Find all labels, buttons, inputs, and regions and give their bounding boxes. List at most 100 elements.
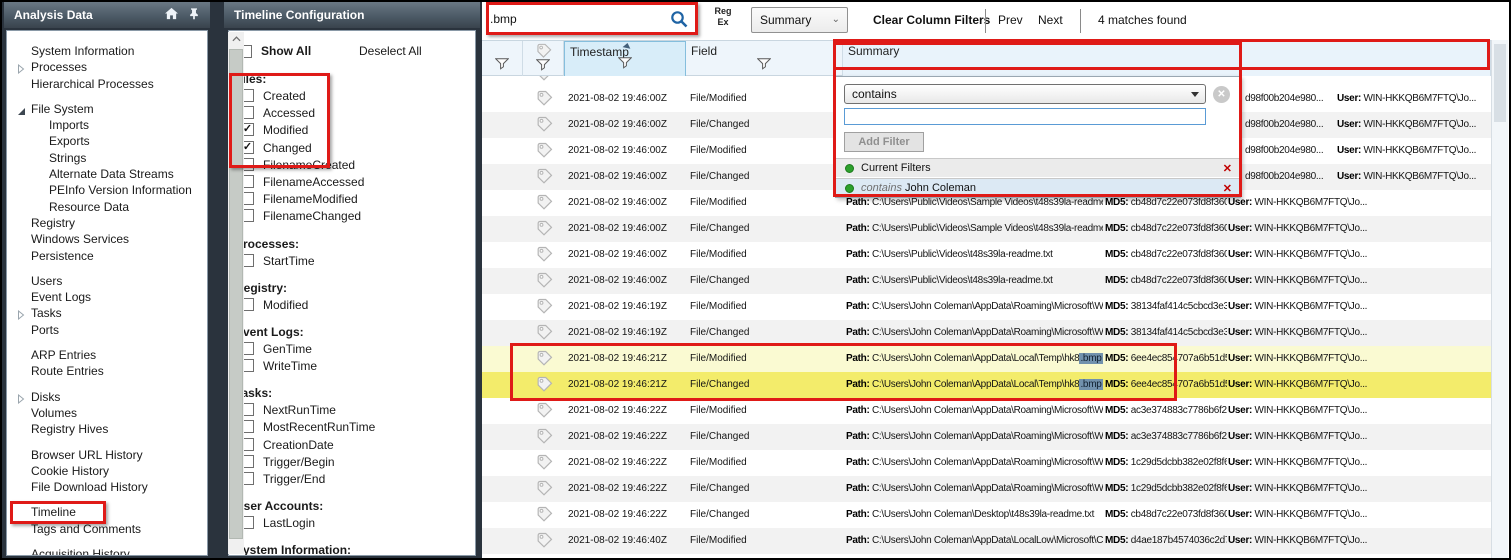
table-row[interactable]: 2021-08-02 19:46:00Z File/Changed Path: C:… [482,268,1491,294]
remove-filter-icon[interactable]: ✕ [1223,182,1232,195]
sidebar-item-cookie-history[interactable]: Cookie History [7,463,207,479]
sidebar-item-processes[interactable]: Processes [7,59,207,75]
table-scrollbar[interactable] [1491,40,1508,558]
sidebar-item-resource-data[interactable]: Resource Data [7,199,207,215]
column-header-timestamp[interactable]: Timestamp [564,41,686,77]
sidebar-item-hierarchical-processes[interactable]: Hierarchical Processes [7,76,207,92]
sidebar-item-arp-entries[interactable]: ARP Entries [7,347,207,363]
scrollbar-up-arrow-icon[interactable] [228,32,244,47]
config-option-starttime[interactable]: StartTime [229,253,475,270]
table-row[interactable]: 2021-08-02 19:46:19Z File/Changed Path: C:… [482,320,1491,346]
filter-funnel-icon[interactable] [535,58,551,76]
config-option-creationdate[interactable]: CreationDate [229,437,475,454]
remove-all-filters-icon[interactable]: ✕ [1223,162,1232,175]
sidebar-item-file-download-history[interactable]: File Download History [7,479,207,495]
prev-match-button[interactable]: Prev [998,13,1023,27]
table-row[interactable]: 2021-08-02 19:46:22Z File/Modified Path: C… [482,398,1491,424]
filter-operator-select[interactable]: contains [844,84,1206,104]
table-row[interactable]: 2021-08-02 19:46:22Z File/Modified Path: C… [482,450,1491,476]
sidebar-item-peinfo-version-information[interactable]: PEInfo Version Information [7,182,207,198]
config-option-nextruntime[interactable]: NextRunTime [229,402,475,419]
sidebar-item-strings[interactable]: Strings [7,150,207,166]
add-filter-button[interactable]: Add Filter [844,132,924,152]
row-filter-cell [482,138,523,164]
sidebar-item-file-system[interactable]: File System [7,101,207,117]
sidebar-item-label: File Download History [31,480,148,495]
sidebar-item-imports[interactable]: Imports [7,117,207,133]
expander-collapsed-icon[interactable] [17,62,27,75]
table-row[interactable]: 2021-08-02 19:46:22Z File/Changed Path: C:… [482,502,1491,528]
regex-toggle[interactable]: Reg Ex [708,6,738,28]
config-option-filenameaccessed[interactable]: FilenameAccessed [229,174,475,191]
column-header-field[interactable]: Field [686,41,843,77]
table-row[interactable]: 2021-08-02 19:46:22Z File/Changed Path: C:… [482,476,1491,502]
sidebar-item-timeline[interactable]: Timeline [7,504,207,520]
home-icon[interactable] [164,7,179,23]
pin-icon[interactable] [188,7,200,23]
sidebar-item-volumes[interactable]: Volumes [7,405,207,421]
config-option-filenamechanged[interactable]: FilenameChanged [229,208,475,225]
table-row[interactable]: 2021-08-02 19:46:19Z File/Modified Path: C… [482,294,1491,320]
sidebar-item-browser-url-history[interactable]: Browser URL History [7,447,207,463]
config-option-filenamecreated[interactable]: FilenameCreated [229,157,475,174]
config-option-accessed[interactable]: Accessed [229,105,475,122]
sidebar-item-tags-and-comments[interactable]: Tags and Comments [7,521,207,537]
summary-user: User: WIN-HKKQB6M7FTQ\Jo... [1337,86,1491,112]
config-option-trigger-end[interactable]: Trigger/End [229,471,475,488]
table-row[interactable]: 2021-08-02 19:46:21Z File/Changed Path: C:… [482,372,1491,398]
next-match-button[interactable]: Next [1038,13,1063,27]
expander-expanded-icon[interactable] [17,104,27,115]
column-header-summary[interactable]: Summary [843,41,1491,77]
config-option-writetime[interactable]: WriteTime [229,358,475,375]
sidebar-item-tasks[interactable]: Tasks [7,305,207,321]
table-row[interactable]: 2021-08-02 19:46:00Z File/Changed Path: C:… [482,216,1491,242]
config-option-modified[interactable]: Modified [229,297,475,314]
close-filter-icon[interactable]: ✕ [1213,86,1230,103]
config-group-event-logs: Event Logs: GenTime WriteTime [229,325,475,375]
sidebar-item-disks[interactable]: Disks [7,389,207,405]
tag-icon [523,112,564,138]
config-option-modified[interactable]: ✓ Modified [229,122,475,139]
sidebar-item-registry[interactable]: Registry [7,215,207,231]
sidebar-item-system-information[interactable]: System Information [7,43,207,59]
column-header-tags[interactable] [482,41,523,77]
sidebar-item-users[interactable]: Users [7,273,207,289]
config-option-gentime[interactable]: GenTime [229,341,475,358]
table-row[interactable]: 2021-08-02 19:46:21Z File/Modified Path: C… [482,346,1491,372]
table-row[interactable]: 2021-08-02 19:46:40Z File/Modified Path: C… [482,528,1491,554]
config-option-filenamemodified[interactable]: FilenameModified [229,191,475,208]
sidebar-item-ports[interactable]: Ports [7,322,207,338]
config-option-trigger-begin[interactable]: Trigger/Begin [229,454,475,471]
config-panel-scrollbar[interactable] [228,32,244,554]
filter-funnel-icon[interactable] [617,56,633,74]
expander-collapsed-icon[interactable] [17,308,27,321]
config-option-lastlogin[interactable]: LastLogin [229,515,475,532]
config-option-created[interactable]: Created [229,88,475,105]
table-row[interactable]: 2021-08-02 19:46:22Z File/Changed Path: C:… [482,424,1491,450]
sidebar-item-persistence[interactable]: Persistence [7,248,207,264]
sidebar-item-alternate-data-streams[interactable]: Alternate Data Streams [7,166,207,182]
filter-value-input[interactable] [844,108,1206,125]
filter-funnel-icon[interactable] [756,57,772,75]
config-option-changed[interactable]: ✓ Changed [229,140,475,157]
filter-item-row[interactable]: contains John Coleman ✕ [836,178,1240,197]
column-header-tag-icon[interactable] [523,41,564,77]
sidebar-item-exports[interactable]: Exports [7,133,207,149]
summary-path: Path: C:\Users\John Coleman\AppData\Roam… [846,476,1103,502]
sidebar-item-windows-services[interactable]: Windows Services [7,231,207,247]
table-row[interactable]: 2021-08-02 19:46:00Z File/Modified Path: C… [482,242,1491,268]
scrollbar-thumb[interactable] [1494,44,1506,122]
config-option-mostrecentruntime[interactable]: MostRecentRunTime [229,419,475,436]
filter-funnel-icon[interactable] [494,57,510,75]
sidebar-item-event-logs[interactable]: Event Logs [7,289,207,305]
expander-collapsed-icon[interactable] [17,392,27,404]
sidebar-item-registry-hives[interactable]: Registry Hives [7,421,207,437]
scrollbar-thumb[interactable] [229,49,243,539]
search-icon[interactable] [669,9,689,34]
sidebar-item-acquisition-history[interactable]: Acquisition History [7,546,207,555]
clear-column-filters-button[interactable]: Clear Column Filters [873,13,990,27]
timeline-toolbar: Reg Ex Summary ⌄ Clear Column Filters Pr… [482,2,1509,40]
search-input[interactable] [490,6,666,32]
sidebar-item-route-entries[interactable]: Route Entries [7,363,207,379]
search-column-select[interactable]: Summary ⌄ [751,7,848,33]
